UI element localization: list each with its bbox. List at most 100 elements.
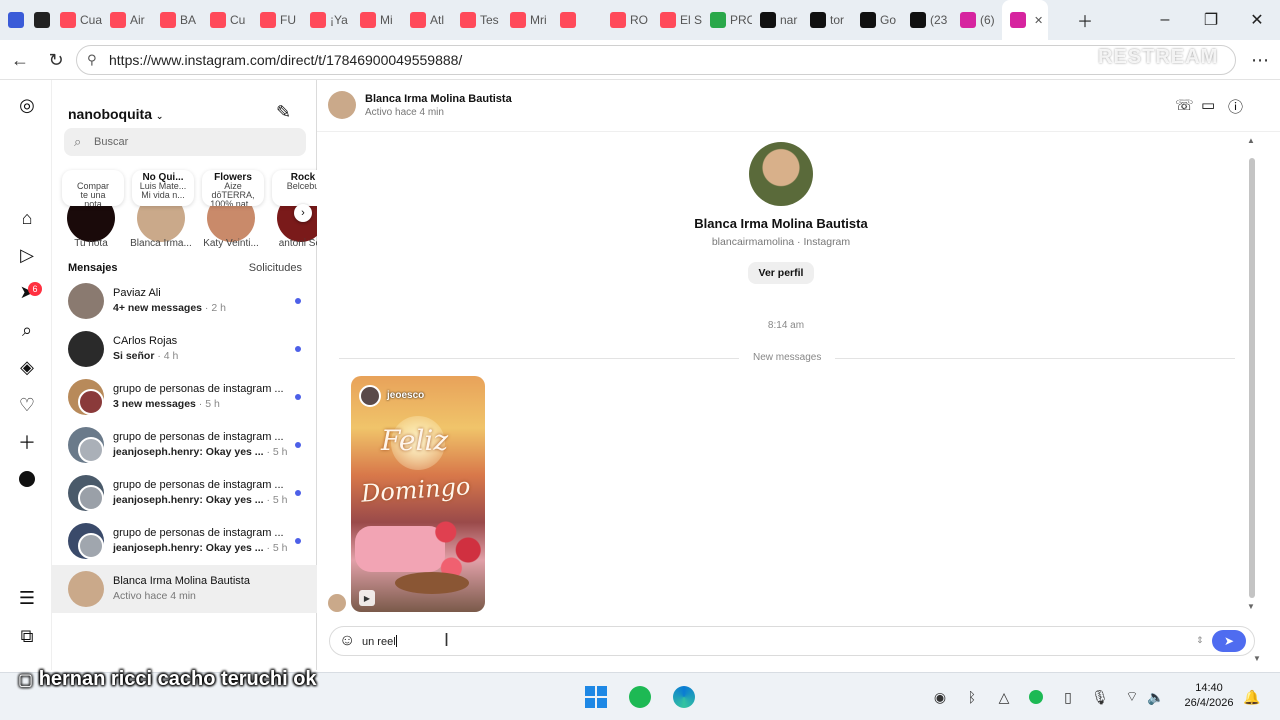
apps-icon[interactable]: ⧉ [16, 625, 38, 647]
chevron-right-icon[interactable]: › [294, 204, 312, 222]
browser-tab[interactable]: Cu [202, 0, 252, 40]
conversation-item[interactable]: grupo de personas de instagram ... jeanjo… [52, 469, 317, 517]
instagram-logo-icon[interactable]: ◎ [16, 94, 38, 116]
restore-button[interactable]: ❐ [1188, 0, 1234, 40]
wifi-icon[interactable]: ⌔ [1120, 685, 1144, 709]
browser-tab[interactable]: FU [252, 0, 302, 40]
notifications-bell-icon[interactable]: 🔔 [1240, 685, 1264, 709]
page-scroll-down-arrow[interactable]: ▼ [1253, 654, 1261, 663]
youtube-icon [160, 12, 176, 28]
reels-icon[interactable]: ▷ [16, 244, 38, 266]
tab-label: (6) [980, 13, 995, 27]
browser-tab[interactable]: Atl [402, 0, 452, 40]
create-icon[interactable]: ＋ [16, 431, 38, 453]
conversation-item[interactable]: Blanca Irma Molina Bautista Activo hace 4… [52, 565, 317, 613]
browser-tab[interactable]: RO [602, 0, 652, 40]
spotify-tray-icon[interactable] [1024, 685, 1048, 709]
shared-reel[interactable]: jeoesco Feliz Domingo ▶ [351, 376, 485, 612]
conversation-item[interactable]: grupo de personas de instagram ... jeanjo… [52, 421, 317, 469]
chat-avatar[interactable] [328, 91, 356, 119]
phone-icon[interactable]: ☏ [1175, 96, 1194, 114]
drive-icon[interactable]: △ [992, 685, 1016, 709]
volume-icon[interactable]: 🔈 [1144, 685, 1168, 709]
url-text: https://www.instagram.com/direct/t/17846… [109, 52, 463, 68]
browser-tab[interactable]: Cua [52, 0, 102, 40]
home-icon[interactable]: ⌂ [16, 207, 38, 229]
conversation-item[interactable]: grupo de personas de instagram ... jeanjo… [52, 517, 317, 565]
compose-icon[interactable]: ✎ [276, 102, 291, 123]
browser-tab[interactable]: Tes [452, 0, 502, 40]
browser-tab[interactable]: Mri [502, 0, 552, 40]
bluetooth-icon[interactable]: ᛒ [960, 685, 984, 709]
chat-scrollbar[interactable] [1249, 158, 1255, 598]
message-composer[interactable]: ☺ un reel Ι ⇕ ➤ [329, 626, 1255, 656]
back-icon[interactable]: ← [8, 48, 32, 72]
browser-tab[interactable] [0, 0, 26, 40]
browser-tab[interactable] [26, 0, 52, 40]
tray-app-icon[interactable]: ◉ [928, 685, 952, 709]
browser-tab[interactable] [552, 0, 602, 40]
browser-tab[interactable]: BA [152, 0, 202, 40]
send-button[interactable]: ➤ [1212, 630, 1246, 652]
usb-icon[interactable]: ▯ [1056, 685, 1080, 709]
requests-link[interactable]: Solicitudes [249, 262, 302, 274]
youtube-icon [360, 12, 376, 28]
browser-tab[interactable]: ¡Ya [302, 0, 352, 40]
browser-tab[interactable]: nar [752, 0, 802, 40]
message-input[interactable]: un reel [362, 635, 397, 648]
edge-icon[interactable] [672, 685, 696, 709]
explore-icon[interactable]: ◈ [16, 356, 38, 378]
scroll-up-arrow[interactable]: ▲ [1247, 136, 1255, 145]
reel-table [395, 572, 469, 594]
search-input[interactable]: ⌕ Buscar [64, 128, 306, 156]
minimize-button[interactable]: – [1142, 0, 1188, 40]
browser-tab[interactable]: (6) [952, 0, 1002, 40]
menu-icon[interactable]: ☰ [16, 587, 38, 609]
youtube-icon [410, 12, 426, 28]
close-tab-icon[interactable]: ✕ [1034, 14, 1043, 27]
browser-tab[interactable]: Air [102, 0, 152, 40]
url-input[interactable]: ⚲ https://www.instagram.com/direct/t/178… [76, 45, 1236, 75]
expand-icon[interactable]: ⇕ [1196, 635, 1204, 646]
browser-tab[interactable]: Mi [352, 0, 402, 40]
more-menu-icon[interactable]: ⋯ [1248, 48, 1272, 72]
search-icon: ⌕ [74, 134, 82, 149]
account-switcher[interactable]: nanoboquita ⌄ [68, 106, 163, 122]
search-icon[interactable]: ⌕ [16, 319, 38, 341]
address-bar: ← ↻ ⚲ https://www.instagram.com/direct/t… [0, 40, 1280, 80]
browser-tab[interactable]: ✕ [1002, 0, 1048, 40]
browser-tab[interactable]: Go [852, 0, 902, 40]
conversation-item[interactable]: grupo de personas de instagram ... 3 new … [52, 373, 317, 421]
note-name: Blanca Irma... [130, 238, 192, 249]
heart-icon[interactable]: ♡ [16, 394, 38, 416]
browser-tab[interactable]: (23 [902, 0, 952, 40]
taskbar-clock[interactable]: 14:40 26/4/2026 [1176, 681, 1242, 711]
spotify-icon[interactable] [628, 685, 652, 709]
video-call-icon[interactable]: ▭ [1201, 96, 1215, 114]
info-icon[interactable]: ⓘ [1228, 96, 1243, 117]
site-info-icon[interactable]: ⚲ [87, 52, 97, 68]
conversation-item[interactable]: CArlos Rojas Si señor · 4 h [52, 325, 317, 373]
microphone-icon[interactable]: 🎙 [1088, 685, 1112, 709]
new-tab-button[interactable]: ＋ [1062, 0, 1108, 40]
browser-tab[interactable]: PRO [702, 0, 752, 40]
emoji-icon[interactable]: ☺ [339, 632, 355, 650]
reel-author: jeoesco [387, 390, 425, 401]
chat-name[interactable]: Blanca Irma Molina Bautista [365, 93, 512, 105]
profile-avatar-large[interactable] [749, 142, 813, 206]
browser-tab[interactable]: El S [652, 0, 702, 40]
unread-dot [295, 490, 301, 496]
view-profile-button[interactable]: Ver perfil [748, 262, 814, 284]
reload-icon[interactable]: ↻ [44, 48, 68, 72]
browser-tab[interactable]: tor [802, 0, 852, 40]
messages-title: Mensajes [68, 262, 118, 274]
scroll-down-arrow[interactable]: ▼ [1247, 602, 1255, 611]
conversation-item[interactable]: Paviaz Ali 4+ new messages · 2 h [52, 277, 317, 325]
profile-avatar[interactable] [16, 468, 38, 490]
conversation-name: grupo de personas de instagram ... [113, 527, 284, 539]
reel-author-avatar [359, 385, 381, 407]
close-window-button[interactable]: ✕ [1234, 0, 1280, 40]
tab-label: Mi [380, 13, 393, 27]
record-icon [34, 12, 50, 28]
windows-start-icon[interactable] [584, 685, 608, 709]
